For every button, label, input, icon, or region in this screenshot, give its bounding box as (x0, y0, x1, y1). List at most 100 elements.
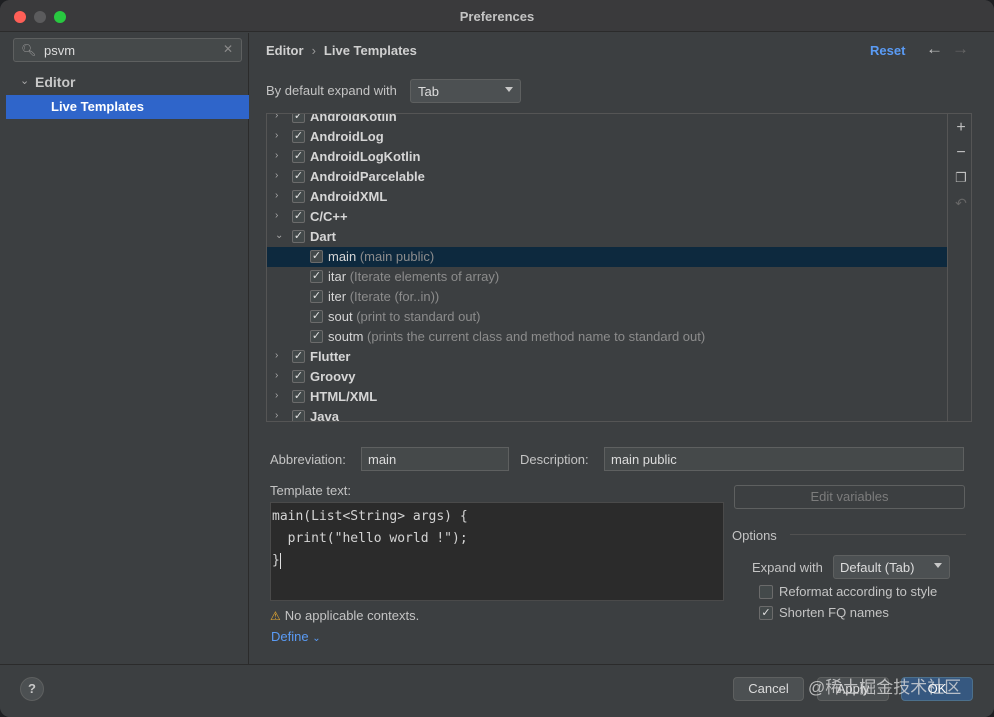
template-text-label: Template text: (270, 483, 351, 498)
template-group-row[interactable]: › ✓ AndroidKotlin (267, 113, 947, 127)
template-checkbox[interactable]: ✓ (292, 210, 305, 223)
chevron-right-icon[interactable]: › (275, 114, 278, 121)
reset-link[interactable]: Reset (870, 43, 905, 58)
cancel-button[interactable]: Cancel (733, 677, 804, 701)
template-row[interactable]: ✓ main (main public) (267, 247, 947, 267)
template-label: main (main public) (328, 249, 434, 264)
template-checkbox[interactable]: ✓ (292, 390, 305, 403)
template-group-row[interactable]: › ✓ AndroidLogKotlin (267, 147, 947, 167)
template-name: AndroidLog (310, 129, 384, 144)
expand-default-label: By default expand with (266, 83, 397, 98)
template-group-row[interactable]: › ✓ AndroidLog (267, 127, 947, 147)
template-group-row[interactable]: › ✓ AndroidParcelable (267, 167, 947, 187)
clear-search-icon[interactable]: ✕ (223, 42, 233, 56)
help-button[interactable]: ? (20, 677, 44, 701)
template-name: Flutter (310, 349, 351, 364)
remove-icon[interactable]: − (953, 145, 969, 161)
template-checkbox[interactable]: ✓ (310, 310, 323, 323)
template-group-row[interactable]: ⌄ ✓ Dart (267, 227, 947, 247)
template-name: AndroidXML (310, 189, 388, 204)
warning-message: ⚠ No applicable contexts. (270, 608, 419, 623)
template-checkbox[interactable]: ✓ (292, 150, 305, 163)
sidebar-item-label: Editor (35, 74, 76, 90)
template-line: print("hello world !"); (272, 531, 468, 546)
template-checkbox[interactable]: ✓ (292, 114, 305, 123)
chevron-right-icon[interactable]: › (275, 350, 278, 361)
template-checkbox[interactable]: ✓ (310, 330, 323, 343)
template-checkbox[interactable]: ✓ (292, 190, 305, 203)
template-label: Groovy (310, 369, 356, 384)
back-arrow-icon[interactable]: ← (926, 39, 943, 59)
tree-toolbar: + − ❐ ↶ (947, 114, 971, 421)
template-group-row[interactable]: › ✓ HTML/XML (267, 387, 947, 407)
template-line: main(List<String> args) { (272, 509, 468, 524)
template-group-row[interactable]: › ✓ Java (267, 407, 947, 422)
template-name: sout (328, 309, 353, 324)
edit-variables-button[interactable]: Edit variables (734, 485, 965, 509)
copy-icon[interactable]: ❐ (953, 170, 969, 186)
template-checkbox[interactable]: ✓ (292, 230, 305, 243)
chevron-right-icon[interactable]: › (275, 190, 278, 201)
titlebar: Preferences (0, 0, 994, 32)
chevron-right-icon[interactable]: › (275, 410, 278, 421)
abbreviation-field[interactable]: main (361, 447, 509, 471)
chevron-right-icon[interactable]: › (275, 390, 278, 401)
template-group-row[interactable]: › ✓ Groovy (267, 367, 947, 387)
template-checkbox[interactable]: ✓ (310, 250, 323, 263)
template-group-row[interactable]: › ✓ AndroidXML (267, 187, 947, 207)
dropdown-arrow-icon (934, 563, 942, 568)
restore-icon[interactable]: ↶ (953, 195, 969, 211)
reformat-checkbox[interactable] (759, 585, 773, 599)
watermark-text: @稀土掘金技术社区 (808, 678, 962, 697)
template-row[interactable]: ✓ soutm (prints the current class and met… (267, 327, 947, 347)
template-label: AndroidLog (310, 129, 384, 144)
settings-content: Editor › Live Templates Reset ← → By defau… (250, 33, 994, 664)
template-name: Groovy (310, 369, 356, 384)
breadcrumb-item: Live Templates (323, 43, 417, 58)
chevron-right-icon[interactable]: › (275, 170, 278, 181)
chevron-down-icon[interactable]: ⌄ (275, 230, 283, 241)
define-link[interactable]: Define ⌄ (271, 629, 321, 644)
template-checkbox[interactable]: ✓ (292, 350, 305, 363)
settings-search-input[interactable]: 🔍︎ psvm ✕ (13, 38, 242, 62)
template-name: AndroidLogKotlin (310, 149, 421, 164)
template-row[interactable]: ✓ sout (print to standard out) (267, 307, 947, 327)
expand-with-select[interactable]: Default (Tab) (833, 555, 950, 579)
chevron-right-icon[interactable]: › (275, 210, 278, 221)
template-name: Java (310, 409, 339, 422)
template-checkbox[interactable]: ✓ (310, 290, 323, 303)
template-name: soutm (328, 329, 364, 344)
template-name: AndroidKotlin (310, 113, 397, 124)
add-icon[interactable]: + (953, 120, 969, 136)
template-group-row[interactable]: › ✓ C/C++ (267, 207, 947, 227)
template-description: (Iterate (for..in)) (349, 289, 440, 304)
template-checkbox[interactable]: ✓ (310, 270, 323, 283)
template-name: iter (328, 289, 347, 304)
template-row[interactable]: ✓ iter (Iterate (for..in)) (267, 287, 947, 307)
template-description: (prints the current class and method nam… (367, 329, 706, 344)
chevron-right-icon[interactable]: › (275, 370, 278, 381)
chevron-right-icon[interactable]: › (275, 150, 278, 161)
expand-default-select[interactable]: Tab (410, 79, 521, 103)
shorten-label: Shorten FQ names (779, 605, 889, 620)
reformat-label: Reformat according to style (779, 584, 938, 599)
template-checkbox[interactable]: ✓ (292, 130, 305, 143)
shorten-checkbox[interactable]: ✓ (759, 606, 773, 620)
description-field[interactable]: main public (604, 447, 964, 471)
template-checkbox[interactable]: ✓ (292, 410, 305, 421)
template-name: Dart (310, 229, 337, 244)
template-text-editor[interactable]: main(List<String> args) { print("hello w… (270, 502, 724, 601)
chevron-down-icon[interactable]: ⌄ (20, 74, 29, 87)
template-name: AndroidParcelable (310, 169, 425, 184)
templates-tree: › ✓ AndroidKotlin › ✓ AndroidLog › ✓ AndroidLogK… (266, 113, 972, 422)
sidebar-item-editor[interactable]: ⌄ Editor (0, 73, 249, 93)
sidebar-item-live-templates[interactable]: Live Templates (6, 95, 249, 119)
template-checkbox[interactable]: ✓ (292, 170, 305, 183)
template-row[interactable]: ✓ itar (Iterate elements of array) (267, 267, 947, 287)
template-name: C/C++ (310, 209, 348, 224)
forward-arrow-icon[interactable]: → (952, 39, 969, 59)
template-group-row[interactable]: › ✓ Flutter (267, 347, 947, 367)
template-checkbox[interactable]: ✓ (292, 370, 305, 383)
window-title: Preferences (459, 9, 535, 24)
chevron-right-icon[interactable]: › (275, 130, 278, 141)
